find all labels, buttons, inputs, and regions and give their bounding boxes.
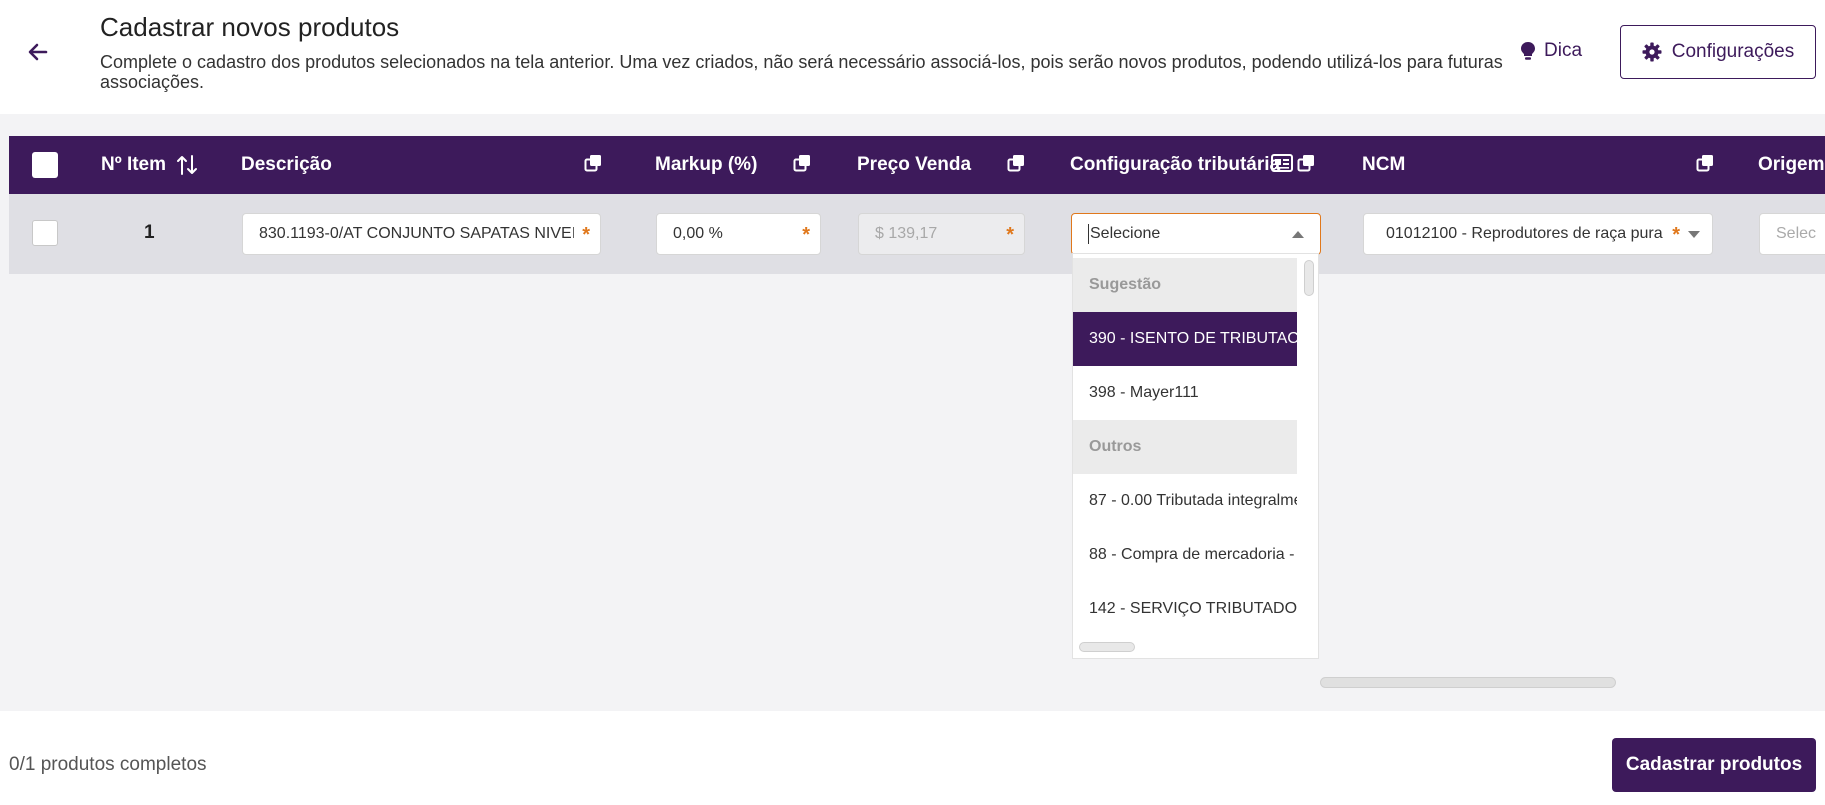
dropdown-vertical-scrollbar[interactable]	[1304, 260, 1314, 296]
dropdown-option-390[interactable]: 390 - ISENTO DE TRIBUTACAO	[1073, 312, 1297, 366]
dropdown-option-88[interactable]: 88 - Compra de mercadoria -	[1073, 528, 1297, 582]
column-descricao: Descrição	[241, 154, 332, 175]
config-tributaria-placeholder: Selecione	[1090, 225, 1161, 242]
copy-descricao-icon[interactable]	[584, 153, 604, 173]
cadastrar-produtos-button[interactable]: Cadastrar produtos	[1612, 738, 1816, 792]
table-header: Nº Item Descrição Markup (%) Preço Venda…	[9, 136, 1825, 194]
table-row: 1 830.1193-0/AT CONJUNTO SAPATAS NIVEI *…	[9, 194, 1825, 274]
id-card-icon[interactable]	[1271, 153, 1293, 173]
required-mark: *	[802, 224, 810, 246]
chevron-up-icon[interactable]	[1292, 231, 1304, 238]
table-horizontal-scrollbar[interactable]	[1320, 677, 1616, 688]
preco-venda-value: $ 139,17	[875, 225, 938, 242]
copy-ncm-icon[interactable]	[1696, 153, 1716, 173]
column-item[interactable]: Nº Item	[101, 136, 198, 194]
required-mark: *	[582, 224, 590, 246]
dropdown-option-142[interactable]: 142 - SERVIÇO TRIBUTADO	[1073, 582, 1297, 636]
markup-value: 0,00 %	[673, 225, 723, 242]
text-cursor	[1088, 224, 1089, 244]
config-tributaria-dropdown[interactable]: Sugestão 390 - ISENTO DE TRIBUTACAO 398 …	[1072, 253, 1319, 659]
page-title: Cadastrar novos produtos	[100, 12, 400, 42]
required-mark: *	[1006, 224, 1014, 246]
dropdown-option-398[interactable]: 398 - Mayer111	[1073, 366, 1297, 420]
column-item-label: Nº Item	[101, 154, 167, 175]
preco-venda-input: $ 139,17 *	[858, 213, 1025, 255]
dropdown-horizontal-scrollbar[interactable]	[1079, 642, 1135, 652]
ncm-select[interactable]: 01012100 - Reprodutores de raça pura *	[1363, 213, 1713, 255]
products-complete-count: 0/1 produtos completos	[9, 754, 207, 775]
page-header: Cadastrar novos produtos Complete o cada…	[0, 0, 1825, 114]
select-all-checkbox[interactable]	[32, 152, 58, 178]
column-origem: Origem	[1758, 154, 1825, 175]
column-markup: Markup (%)	[655, 154, 758, 175]
sort-icon[interactable]	[176, 154, 198, 176]
dica-button[interactable]: Dica	[1520, 40, 1582, 62]
markup-input[interactable]: 0,00 % *	[656, 213, 821, 255]
descricao-value: 830.1193-0/AT CONJUNTO SAPATAS NIVEI	[259, 225, 574, 242]
column-config-tributaria: Configuração tributária	[1070, 154, 1281, 175]
required-mark: *	[1672, 224, 1680, 246]
dropdown-group-outros: Outros	[1073, 420, 1297, 474]
config-tributaria-select[interactable]: Selecione	[1071, 213, 1321, 255]
dropdown-group-sugestao: Sugestão	[1073, 258, 1297, 312]
page-subtitle: Complete o cadastro dos produtos selecio…	[100, 52, 1503, 92]
copy-markup-icon[interactable]	[793, 153, 813, 173]
back-button[interactable]	[22, 36, 54, 68]
descricao-input[interactable]: 830.1193-0/AT CONJUNTO SAPATAS NIVEI *	[242, 213, 601, 255]
column-ncm: NCM	[1362, 154, 1406, 175]
lightbulb-icon	[1521, 42, 1535, 60]
copy-preco-icon[interactable]	[1007, 153, 1027, 173]
dica-label: Dica	[1544, 40, 1583, 61]
configuracoes-label: Configurações	[1671, 41, 1795, 62]
chevron-down-icon[interactable]	[1688, 231, 1700, 238]
gear-icon	[1642, 42, 1662, 62]
products-table-area: Nº Item Descrição Markup (%) Preço Venda…	[0, 114, 1825, 711]
dropdown-option-87[interactable]: 87 - 0.00 Tributada integralmente	[1073, 474, 1297, 528]
origem-placeholder: Selec	[1776, 225, 1817, 242]
origem-select[interactable]: Selec	[1759, 213, 1825, 255]
row-checkbox[interactable]	[32, 220, 58, 246]
row-item-number: 1	[144, 222, 155, 243]
configuracoes-button[interactable]: Configurações	[1620, 25, 1816, 79]
copy-config-icon[interactable]	[1297, 153, 1317, 173]
arrow-left-icon	[28, 43, 48, 61]
column-preco-venda: Preço Venda	[857, 154, 972, 175]
ncm-value: 01012100 - Reprodutores de raça pura	[1386, 225, 1663, 242]
